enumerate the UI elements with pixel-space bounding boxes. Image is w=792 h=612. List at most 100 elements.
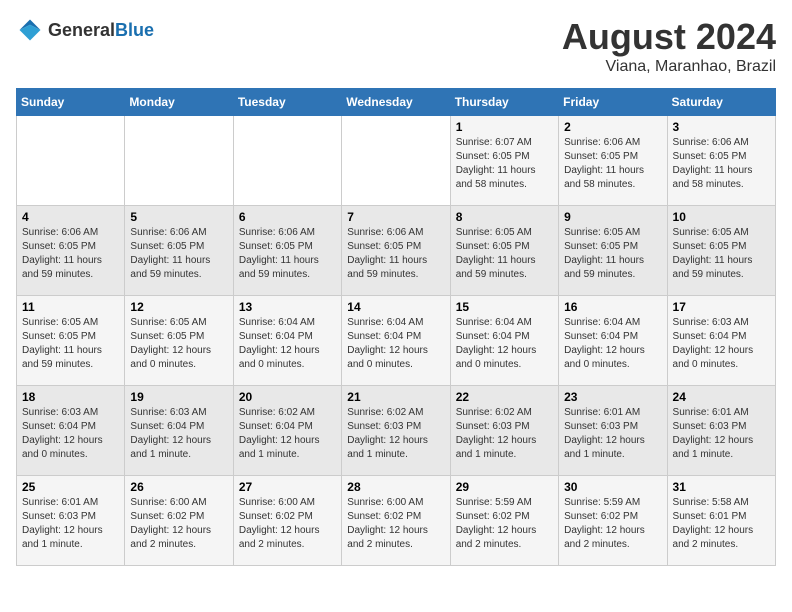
day-info: Sunrise: 6:05 AM Sunset: 6:05 PM Dayligh… [456, 226, 554, 282]
calendar-cell: 17 Sunrise: 6:03 AM Sunset: 6:04 PM Dayli… [667, 296, 775, 386]
day-info: Sunrise: 6:04 AM Sunset: 6:04 PM Dayligh… [456, 316, 554, 372]
calendar-cell: 19 Sunrise: 6:03 AM Sunset: 6:04 PM Dayli… [125, 386, 233, 476]
day-number: 4 [22, 210, 120, 224]
calendar-cell: 9 Sunrise: 6:05 AM Sunset: 6:05 PM Daylig… [559, 206, 667, 296]
calendar-cell: 25 Sunrise: 6:01 AM Sunset: 6:03 PM Dayli… [17, 476, 125, 566]
calendar-week-row: 4 Sunrise: 6:06 AM Sunset: 6:05 PM Daylig… [17, 206, 776, 296]
day-info: Sunrise: 6:00 AM Sunset: 6:02 PM Dayligh… [347, 496, 445, 552]
day-info: Sunrise: 6:05 AM Sunset: 6:05 PM Dayligh… [564, 226, 662, 282]
day-info: Sunrise: 6:00 AM Sunset: 6:02 PM Dayligh… [130, 496, 228, 552]
calendar-cell: 26 Sunrise: 6:00 AM Sunset: 6:02 PM Dayli… [125, 476, 233, 566]
calendar-cell: 6Sunrise: 6:06 AM Sunset: 6:05 PM Daylig… [233, 206, 341, 296]
calendar-cell: 24 Sunrise: 6:01 AM Sunset: 6:03 PM Dayli… [667, 386, 775, 476]
day-info: Sunrise: 6:06 AM Sunset: 6:05 PM Dayligh… [130, 226, 228, 282]
day-info: Sunrise: 6:06 AM Sunset: 6:05 PM Dayligh… [673, 136, 771, 192]
calendar-cell: 16 Sunrise: 6:04 AM Sunset: 6:04 PM Dayli… [559, 296, 667, 386]
day-number: 9 [564, 210, 662, 224]
day-number: 11 [22, 300, 120, 314]
day-number: 10 [673, 210, 771, 224]
logo-general: General [48, 20, 115, 40]
weekday-header: Tuesday [233, 89, 341, 116]
main-title: August 2024 [562, 16, 776, 58]
calendar-cell: 10Sunrise: 6:05 AM Sunset: 6:05 PM Dayli… [667, 206, 775, 296]
calendar-cell: 12Sunrise: 6:05 AM Sunset: 6:05 PM Dayli… [125, 296, 233, 386]
day-info: Sunrise: 6:06 AM Sunset: 6:05 PM Dayligh… [564, 136, 662, 192]
weekday-header: Thursday [450, 89, 558, 116]
day-info: Sunrise: 6:05 AM Sunset: 6:05 PM Dayligh… [130, 316, 228, 372]
weekday-header: Wednesday [342, 89, 450, 116]
calendar-cell: 3 Sunrise: 6:06 AM Sunset: 6:05 PM Daylig… [667, 116, 775, 206]
calendar-cell: 29 Sunrise: 5:59 AM Sunset: 6:02 PM Dayli… [450, 476, 558, 566]
day-number: 8 [456, 210, 554, 224]
day-number: 26 [130, 480, 228, 494]
day-number: 25 [22, 480, 120, 494]
calendar-cell: 7Sunrise: 6:06 AM Sunset: 6:05 PM Daylig… [342, 206, 450, 296]
day-info: Sunrise: 6:00 AM Sunset: 6:02 PM Dayligh… [239, 496, 337, 552]
calendar-cell: 1 Sunrise: 6:07 AM Sunset: 6:05 PM Daylig… [450, 116, 558, 206]
calendar-cell: 13 Sunrise: 6:04 AM Sunset: 6:04 PM Dayli… [233, 296, 341, 386]
calendar-week-row: 1 Sunrise: 6:07 AM Sunset: 6:05 PM Daylig… [17, 116, 776, 206]
day-info: Sunrise: 5:59 AM Sunset: 6:02 PM Dayligh… [564, 496, 662, 552]
weekday-header: Sunday [17, 89, 125, 116]
day-number: 7 [347, 210, 445, 224]
calendar-cell: 31 Sunrise: 5:58 AM Sunset: 6:01 PM Dayli… [667, 476, 775, 566]
day-info: Sunrise: 6:04 AM Sunset: 6:04 PM Dayligh… [564, 316, 662, 372]
day-number: 17 [673, 300, 771, 314]
calendar-cell [342, 116, 450, 206]
day-info: Sunrise: 6:07 AM Sunset: 6:05 PM Dayligh… [456, 136, 554, 192]
weekday-header: Friday [559, 89, 667, 116]
day-info: Sunrise: 6:05 AM Sunset: 6:05 PM Dayligh… [22, 316, 120, 372]
weekday-header: Saturday [667, 89, 775, 116]
day-info: Sunrise: 5:59 AM Sunset: 6:02 PM Dayligh… [456, 496, 554, 552]
day-number: 3 [673, 120, 771, 134]
calendar-cell: 14Sunrise: 6:04 AM Sunset: 6:04 PM Dayli… [342, 296, 450, 386]
day-number: 24 [673, 390, 771, 404]
calendar: SundayMondayTuesdayWednesdayThursdayFrid… [16, 88, 776, 566]
day-number: 2 [564, 120, 662, 134]
calendar-cell [125, 116, 233, 206]
day-number: 21 [347, 390, 445, 404]
logo-blue: Blue [115, 20, 154, 40]
day-info: Sunrise: 6:04 AM Sunset: 6:04 PM Dayligh… [347, 316, 445, 372]
day-info: Sunrise: 6:03 AM Sunset: 6:04 PM Dayligh… [22, 406, 120, 462]
calendar-cell: 8 Sunrise: 6:05 AM Sunset: 6:05 PM Daylig… [450, 206, 558, 296]
day-number: 31 [673, 480, 771, 494]
day-number: 22 [456, 390, 554, 404]
day-info: Sunrise: 6:01 AM Sunset: 6:03 PM Dayligh… [564, 406, 662, 462]
day-number: 28 [347, 480, 445, 494]
calendar-cell: 22 Sunrise: 6:02 AM Sunset: 6:03 PM Dayli… [450, 386, 558, 476]
calendar-cell: 30 Sunrise: 5:59 AM Sunset: 6:02 PM Dayli… [559, 476, 667, 566]
day-info: Sunrise: 6:02 AM Sunset: 6:03 PM Dayligh… [347, 406, 445, 462]
calendar-cell: 18Sunrise: 6:03 AM Sunset: 6:04 PM Dayli… [17, 386, 125, 476]
day-number: 29 [456, 480, 554, 494]
day-info: Sunrise: 6:03 AM Sunset: 6:04 PM Dayligh… [673, 316, 771, 372]
calendar-cell: 23Sunrise: 6:01 AM Sunset: 6:03 PM Dayli… [559, 386, 667, 476]
day-info: Sunrise: 5:58 AM Sunset: 6:01 PM Dayligh… [673, 496, 771, 552]
day-number: 15 [456, 300, 554, 314]
day-number: 27 [239, 480, 337, 494]
subtitle: Viana, Maranhao, Brazil [562, 58, 776, 76]
calendar-cell: 20Sunrise: 6:02 AM Sunset: 6:04 PM Dayli… [233, 386, 341, 476]
day-info: Sunrise: 6:02 AM Sunset: 6:03 PM Dayligh… [456, 406, 554, 462]
page-header: GeneralBlue August 2024 Viana, Maranhao,… [16, 16, 776, 76]
day-info: Sunrise: 6:01 AM Sunset: 6:03 PM Dayligh… [22, 496, 120, 552]
day-number: 1 [456, 120, 554, 134]
calendar-cell: 21 Sunrise: 6:02 AM Sunset: 6:03 PM Dayli… [342, 386, 450, 476]
title-area: August 2024 Viana, Maranhao, Brazil [562, 16, 776, 76]
weekday-header: Monday [125, 89, 233, 116]
calendar-cell: 4Sunrise: 6:06 AM Sunset: 6:05 PM Daylig… [17, 206, 125, 296]
day-number: 20 [239, 390, 337, 404]
day-info: Sunrise: 6:03 AM Sunset: 6:04 PM Dayligh… [130, 406, 228, 462]
calendar-cell: 15 Sunrise: 6:04 AM Sunset: 6:04 PM Dayli… [450, 296, 558, 386]
day-info: Sunrise: 6:04 AM Sunset: 6:04 PM Dayligh… [239, 316, 337, 372]
day-number: 16 [564, 300, 662, 314]
calendar-cell: 5Sunrise: 6:06 AM Sunset: 6:05 PM Daylig… [125, 206, 233, 296]
calendar-cell: 2 Sunrise: 6:06 AM Sunset: 6:05 PM Daylig… [559, 116, 667, 206]
calendar-header-row: SundayMondayTuesdayWednesdayThursdayFrid… [17, 89, 776, 116]
day-number: 19 [130, 390, 228, 404]
day-info: Sunrise: 6:01 AM Sunset: 6:03 PM Dayligh… [673, 406, 771, 462]
day-number: 6 [239, 210, 337, 224]
calendar-cell: 11 Sunrise: 6:05 AM Sunset: 6:05 PM Dayli… [17, 296, 125, 386]
day-number: 13 [239, 300, 337, 314]
day-number: 30 [564, 480, 662, 494]
